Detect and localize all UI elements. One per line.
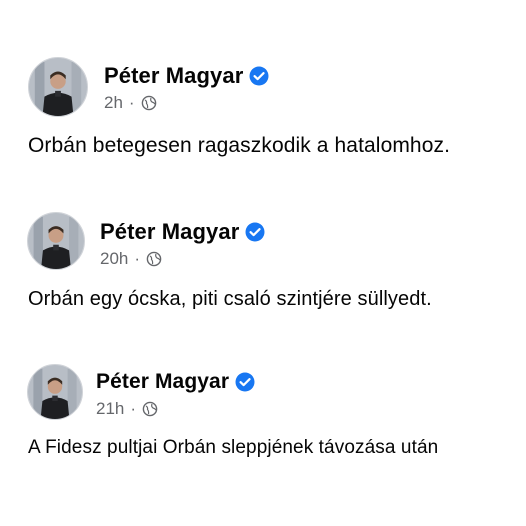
verified-badge-icon [245,222,265,242]
verified-badge-icon [235,372,255,392]
post-time[interactable]: 21h [96,399,124,419]
post-text: A Fidesz pultjai Orbán sleppjének távozá… [28,437,439,458]
profile-photo [28,365,82,419]
author-name[interactable]: Péter Magyar [104,63,243,89]
separator-dot: · [134,249,141,268]
post-time[interactable]: 2h [104,93,123,113]
post-text: Orbán betegesen ragaszkodik a hatalomhoz… [28,134,451,157]
avatar[interactable] [27,212,85,270]
globe-icon[interactable] [142,401,158,417]
verified-badge-icon [249,66,269,86]
author-name[interactable]: Péter Magyar [96,370,229,394]
separator-dot: · [128,93,135,112]
separator-dot: · [130,399,137,418]
post-time[interactable]: 20h [100,249,128,269]
avatar[interactable] [28,57,88,117]
avatar[interactable] [27,364,83,420]
profile-photo [29,58,87,116]
globe-icon[interactable] [146,251,162,267]
post-text: Orbán egy ócska, piti csaló szintjére sü… [28,288,432,310]
globe-icon[interactable] [141,95,157,111]
profile-photo [28,213,84,269]
author-name[interactable]: Péter Magyar [100,219,239,245]
